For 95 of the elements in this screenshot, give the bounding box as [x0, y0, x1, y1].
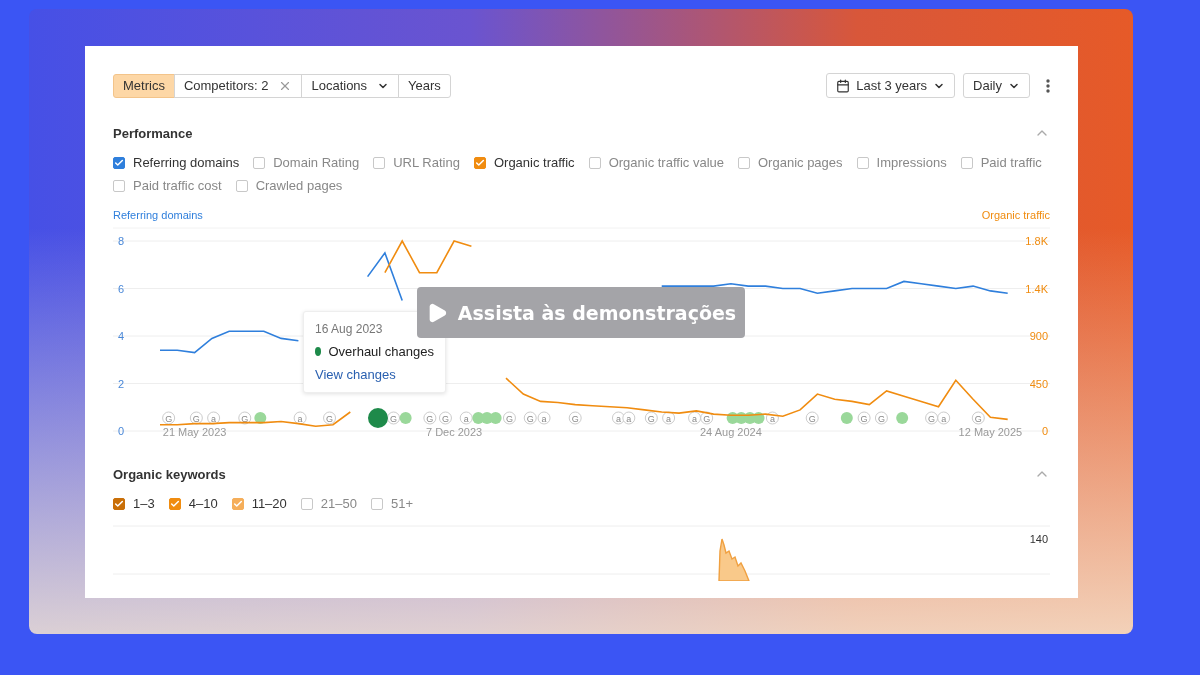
checkbox-label: Paid traffic cost — [133, 178, 222, 193]
checkbox-label: Organic traffic — [493, 155, 575, 170]
site-change-marker[interactable] — [254, 412, 267, 424]
ahrefs-update-marker[interactable]: a — [765, 411, 779, 425]
checkbox[interactable] — [373, 156, 386, 169]
event-name: Overhaul changes — [328, 344, 434, 359]
axis-label: 900 — [1029, 330, 1048, 342]
axis-label: 7 Dec 2023 — [425, 426, 483, 438]
site-change-marker[interactable] — [489, 412, 502, 424]
ahrefs-update-marker[interactable]: a — [622, 411, 636, 425]
checkbox[interactable] — [231, 497, 244, 510]
ahrefs-update-marker[interactable]: a — [937, 411, 951, 425]
checkbox[interactable] — [300, 497, 313, 510]
site-change-marker[interactable] — [752, 412, 765, 424]
checkbox-label: 4–10 — [188, 496, 218, 511]
tooltip-date: 16 Aug 2023 — [315, 322, 384, 336]
google-update-marker[interactable]: G — [874, 411, 888, 425]
checkbox[interactable] — [113, 156, 125, 169]
axis-label: 140 — [1029, 533, 1048, 545]
checkbox[interactable] — [235, 179, 248, 192]
axis-title: Organic traffic — [981, 209, 1050, 221]
checkbox-label: 1–3 — [133, 496, 155, 511]
play-demo-button[interactable]: Assista às demonstrações — [417, 287, 745, 338]
ahrefs-update-marker[interactable]: a — [611, 411, 625, 425]
filter-button[interactable]: Competitors: 2 — [173, 73, 303, 98]
site-change-marker[interactable] — [840, 412, 853, 424]
axis-label: 6 — [118, 282, 125, 295]
axis-title: Referring domains — [113, 209, 203, 221]
axis-label: 1.4K — [1025, 282, 1048, 295]
axis-label: 8 — [118, 235, 125, 247]
axis-label: 24 Aug 2024 — [700, 426, 762, 438]
axis-label: 0 — [1041, 425, 1048, 437]
ahrefs-update-marker[interactable]: a — [688, 411, 702, 425]
period-dropdown[interactable]: Last 3 years — [826, 73, 956, 98]
google-update-marker[interactable]: G — [925, 411, 939, 425]
checkbox[interactable] — [960, 156, 973, 169]
axis-label: 1.8K — [1025, 235, 1048, 247]
google-update-marker[interactable]: G — [971, 411, 985, 425]
google-update-marker[interactable]: G — [423, 411, 437, 425]
axis-label: 2 — [118, 377, 125, 390]
selected-change-marker[interactable] — [368, 408, 388, 428]
view-changes-link[interactable]: View changes — [315, 367, 434, 382]
checkbox-label: Domain Rating — [273, 155, 360, 170]
checkbox[interactable] — [473, 156, 486, 169]
ahrefs-update-marker[interactable]: a — [293, 411, 307, 425]
checkbox-label: Organic traffic value — [608, 155, 724, 170]
google-update-marker[interactable]: G — [323, 411, 337, 425]
calendar-icon — [836, 78, 851, 93]
checkbox[interactable] — [738, 156, 750, 169]
keyword-area — [718, 538, 751, 581]
checkbox[interactable] — [113, 497, 125, 510]
ahrefs-update-marker[interactable]: a — [662, 411, 676, 425]
google-update-marker[interactable]: G — [857, 411, 871, 425]
checkbox-label: 51+ — [390, 496, 414, 511]
filter-button[interactable]: Years — [398, 73, 451, 98]
axis-label: 0 — [118, 425, 125, 437]
axis-label: 4 — [118, 330, 125, 342]
google-update-marker[interactable]: G — [700, 411, 714, 425]
google-update-marker[interactable]: G — [644, 411, 658, 425]
checkbox-label: Crawled pages — [255, 178, 343, 193]
checkbox-label: Organic pages — [758, 155, 843, 170]
checkbox-label: Paid traffic — [980, 155, 1042, 170]
checkbox[interactable] — [856, 156, 869, 169]
google-update-marker[interactable]: G — [805, 411, 819, 425]
checkbox-label: 11–20 — [251, 496, 287, 511]
google-update-marker[interactable]: G — [438, 411, 452, 425]
axis-label: 450 — [1029, 377, 1048, 390]
google-update-marker[interactable]: G — [189, 411, 203, 425]
google-update-marker[interactable]: G — [238, 411, 252, 425]
ahrefs-update-marker[interactable]: a — [537, 411, 551, 425]
checkbox-label: Impressions — [876, 155, 947, 170]
google-update-marker[interactable]: G — [523, 411, 537, 425]
more-icon — [1046, 78, 1050, 93]
filter-button[interactable]: Metrics — [113, 73, 175, 98]
filter-button[interactable]: Locations — [301, 73, 400, 98]
checkbox[interactable] — [253, 156, 266, 169]
ahrefs-update-marker[interactable]: a — [207, 411, 221, 425]
checkbox[interactable] — [168, 497, 181, 510]
checkbox-label: 21–50 — [320, 496, 357, 511]
axis-label: 12 May 2025 — [958, 426, 1023, 438]
google-update-marker[interactable]: G — [568, 411, 582, 425]
section-title: Performance — [113, 125, 193, 141]
checkbox[interactable] — [370, 497, 383, 510]
checkbox[interactable] — [113, 179, 125, 192]
site-change-marker[interactable] — [399, 412, 412, 424]
checkbox-label: URL Rating — [393, 155, 460, 170]
checkbox-label: Referring domains — [133, 155, 240, 170]
site-change-marker[interactable] — [896, 412, 909, 424]
checkbox[interactable] — [588, 156, 601, 169]
google-update-marker[interactable]: G — [162, 411, 176, 425]
axis-label: 21 May 2023 — [162, 426, 227, 438]
interval-dropdown[interactable]: Daily — [963, 73, 1030, 98]
section-title: Organic keywords — [113, 466, 226, 482]
google-update-marker[interactable]: G — [502, 411, 516, 425]
ahrefs-update-marker[interactable]: a — [459, 411, 473, 425]
